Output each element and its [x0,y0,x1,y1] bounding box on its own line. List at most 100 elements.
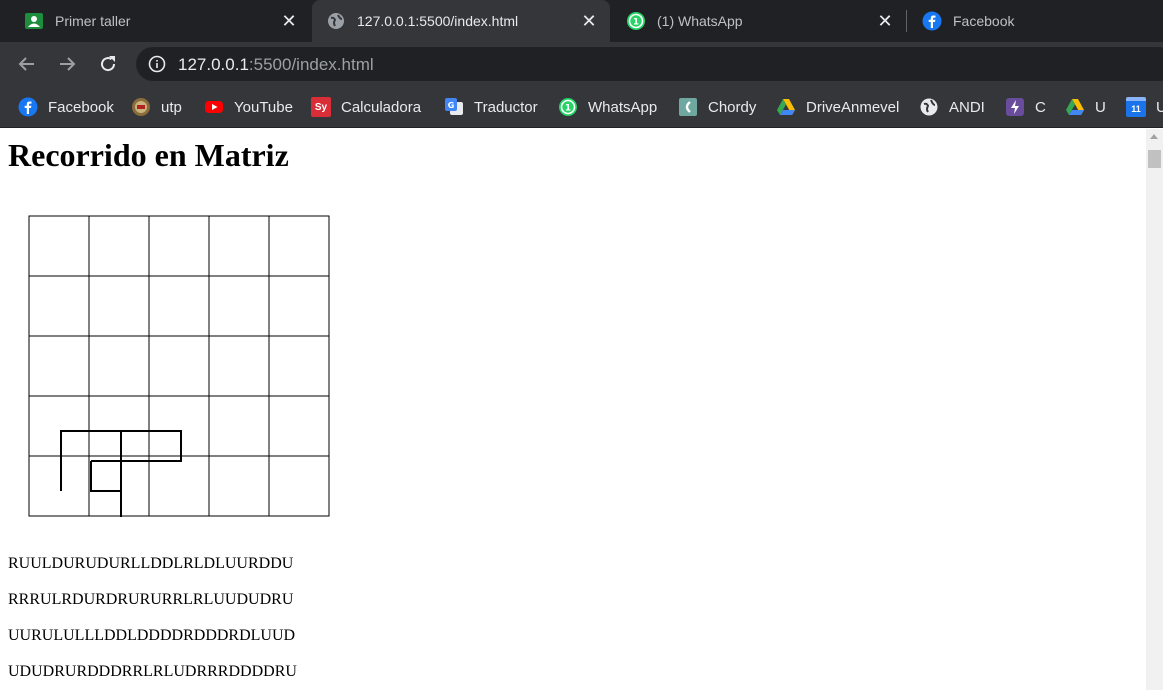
google-drive-icon [776,97,796,117]
matrix-cell [88,455,150,517]
matrix-cell [148,455,210,517]
browser-toolbar: 127.0.0.1:5500/index.html [0,42,1163,86]
scroll-thumb[interactable] [1148,150,1161,168]
scroll-up-arrow-icon[interactable] [1150,134,1158,139]
sequence-line-4: UDUDRURDDDRRLRLUDRRRDDDDRU [8,663,297,680]
bookmark-facebook[interactable]: Facebook [18,94,114,120]
matrix-cell [148,395,210,457]
google-drive-icon [1065,97,1085,117]
bookmarks-bar: Facebook utp YouTube Sy Calculadora G Tr… [0,86,1163,128]
bookmark-label: Traductor [474,98,538,116]
close-icon[interactable]: ✕ [279,11,299,31]
close-icon[interactable]: ✕ [579,11,599,31]
globe-icon [326,11,346,31]
bolt-icon [1005,97,1025,117]
back-button[interactable] [15,52,39,76]
matrix-cell [28,215,90,277]
tab-index-html[interactable]: 127.0.0.1:5500/index.html ✕ [312,0,610,42]
matrix-cell [148,275,210,337]
svg-text:G: G [448,101,455,110]
vertical-scrollbar[interactable] [1146,129,1163,690]
facebook-icon [922,11,942,31]
svg-text:1: 1 [565,104,571,114]
globe-icon [919,97,939,117]
bookmark-whatsapp[interactable]: 1 WhatsApp [558,94,657,120]
matrix-cell [268,275,330,337]
tab-title: (1) WhatsApp [657,13,743,29]
sequence-line-1: RUULDURUDURLLDDLRLDLUURDDU [8,555,294,572]
symbolab-icon: Sy [311,97,331,117]
google-calendar-icon: 11 [1126,97,1146,117]
sequence-line-2: RRRULRDURDRURURRLRLUUDUDRU [8,591,294,608]
sequence-line-3: UURULULLLDDLDDDDRDDDRDLUUD [8,627,296,644]
bookmark-label: U [1095,98,1106,116]
whatsapp-icon: 1 [558,97,578,117]
address-text[interactable]: 127.0.0.1:5500/index.html [178,55,374,75]
bookmark-andi[interactable]: ANDI [919,94,985,120]
youtube-icon [204,97,224,117]
utp-icon [131,97,151,117]
bookmark-label: Facebook [48,98,114,116]
whatsapp-icon: 1 [626,11,646,31]
matrix-cell [268,455,330,517]
page-viewport: Recorrido en Matriz RUULDURUDURLLDDLRLDL… [0,129,1146,690]
bookmark-u-calendar[interactable]: 11 U [1126,94,1163,120]
bookmark-label: U [1156,98,1163,116]
google-translate-icon: G [444,97,464,117]
matrix-cell [28,335,90,397]
matrix-cell [88,335,150,397]
bookmark-chordy[interactable]: Chordy [678,94,756,120]
matrix-cell [268,395,330,457]
matrix-cell [268,335,330,397]
arrow-right-icon [60,57,76,71]
classroom-icon [24,11,44,31]
matrix-cell [88,395,150,457]
bookmark-label: Chordy [708,98,757,116]
arrow-left-icon [18,57,34,71]
reload-button[interactable] [96,52,120,76]
tab-whatsapp[interactable]: 1 (1) WhatsApp ✕ [612,0,906,42]
bookmark-utp[interactable]: utp [131,94,182,120]
tab-strip: Primer taller ✕ 127.0.0.1:5500/index.htm… [0,0,1163,42]
bookmark-calculadora[interactable]: Sy Calculadora [311,94,421,120]
bookmark-traductor[interactable]: G Traductor [444,94,538,120]
address-host: 127.0.0.1 [178,55,249,74]
tab-facebook[interactable]: Facebook [908,0,1163,42]
tab-title: 127.0.0.1:5500/index.html [357,13,519,29]
matrix-cell [148,335,210,397]
bookmark-youtube[interactable]: YouTube [204,94,293,120]
svg-text:1: 1 [633,18,639,28]
page-title: Recorrido en Matriz [8,137,289,173]
forward-button[interactable] [55,52,79,76]
bookmark-driveanmevel[interactable]: DriveAnmevel [776,94,899,120]
bookmark-c[interactable]: C [1005,94,1046,120]
bookmark-u-drive[interactable]: U [1065,94,1106,120]
matrix-cell [28,395,90,457]
tab-title: Primer taller [55,13,131,29]
matrix-cell [208,395,270,457]
matrix-cell [268,215,330,277]
matrix-canvas [28,215,330,517]
reload-icon [101,56,116,72]
matrix-cell [28,455,90,517]
matrix-cell [208,215,270,277]
matrix-path-2 [91,431,122,517]
bookmark-label: utp [161,98,182,116]
close-icon[interactable]: ✕ [875,11,895,31]
address-bar[interactable]: 127.0.0.1:5500/index.html [136,47,1163,81]
bookmark-label: WhatsApp [588,98,658,116]
bookmark-label: DriveAnmevel [806,98,900,116]
tab-title: Facebook [953,13,1015,29]
bookmark-label: YouTube [234,98,293,116]
chordy-icon [678,97,698,117]
matrix-cell [28,275,90,337]
matrix-cell [148,215,210,277]
bookmark-label: ANDI [949,98,985,116]
tab-primer-taller[interactable]: Primer taller ✕ [10,0,310,42]
matrix-cell [208,455,270,517]
address-path: :5500/index.html [248,55,374,74]
info-icon[interactable] [148,55,166,73]
bookmark-label: Calculadora [341,98,422,116]
matrix-cell [208,335,270,397]
tab-separator [906,10,907,32]
